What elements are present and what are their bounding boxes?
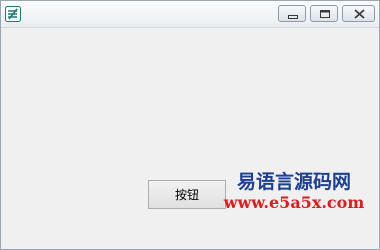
watermark-title: 易语言源码网 [236,171,351,193]
close-icon [354,9,365,19]
maximize-button[interactable] [310,5,338,22]
window-client-area: 按钮 [1,28,379,249]
maximize-icon [320,10,330,18]
title-bar[interactable] [1,1,379,28]
minimize-icon [288,15,298,19]
app-window: 按钮 易语言源码网 www.e5a5x.com [0,0,380,250]
watermark-url: www.e5a5x.com [223,193,365,212]
minimize-button[interactable] [278,5,306,22]
close-button[interactable] [342,5,375,22]
app-icon[interactable] [5,6,21,22]
site-watermark: 易语言源码网 www.e5a5x.com [214,171,374,213]
